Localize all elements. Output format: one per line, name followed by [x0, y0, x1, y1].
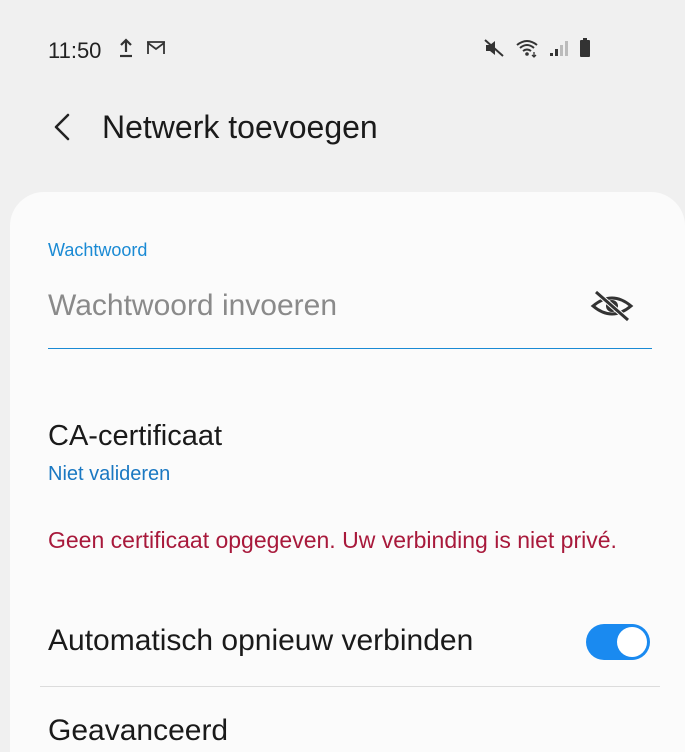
auto-reconnect-label: Automatisch opnieuw verbinden [48, 624, 474, 657]
app-header: Netwerk toevoegen [0, 95, 685, 165]
status-bar: 11:50 [0, 0, 685, 100]
divider [40, 686, 660, 687]
ca-certificate-value: Niet valideren [48, 463, 171, 485]
advanced-item[interactable]: Geavanceerd [48, 714, 228, 748]
mute-icon [484, 39, 504, 57]
toggle-password-visibility-button[interactable] [588, 284, 636, 328]
auto-reconnect-toggle[interactable] [586, 624, 650, 660]
status-left-icons [118, 38, 166, 58]
signal-icon [550, 41, 568, 56]
toggle-knob [617, 627, 647, 657]
ca-certificate-row[interactable]: CA-certificaat Niet valideren [48, 420, 648, 500]
chevron-left-icon [54, 113, 70, 141]
ca-certificate-title: CA-certificaat [48, 420, 223, 452]
password-label: Wachtwoord [48, 240, 148, 260]
status-time: 11:50 [48, 38, 102, 63]
certificate-warning: Geen certificaat opgegeven. Uw verbindin… [48, 527, 617, 553]
auto-reconnect-row[interactable]: Automatisch opnieuw verbinden [48, 616, 652, 668]
password-underline [48, 348, 652, 349]
password-input[interactable] [48, 284, 578, 328]
upload-icon [120, 38, 132, 58]
eye-off-icon [590, 290, 634, 322]
battery-icon [580, 38, 590, 57]
back-button[interactable] [44, 107, 80, 147]
status-right-icons [483, 38, 591, 58]
gmail-icon [147, 41, 165, 54]
page-title: Netwerk toevoegen [102, 109, 378, 145]
wifi-icon [516, 40, 538, 58]
